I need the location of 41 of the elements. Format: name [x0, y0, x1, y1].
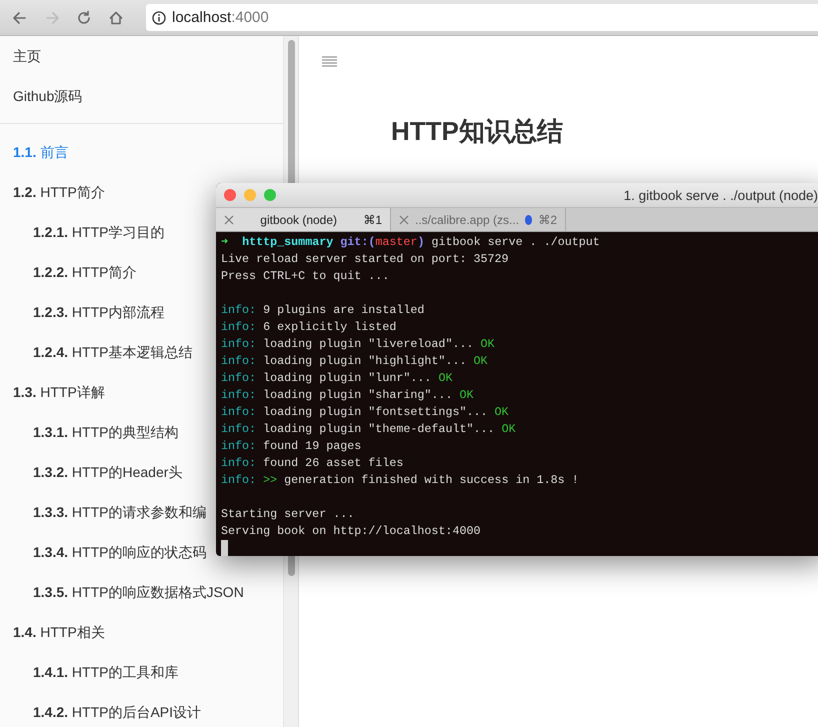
terminal-text: generation finished with success in 1.8s ! — [284, 472, 579, 489]
terminal-text: 6 explicitly listed — [263, 319, 396, 336]
terminal-text: loading plugin "fontsettings"... — [263, 404, 488, 421]
terminal-text: master — [375, 234, 418, 251]
terminal-text: Serving book on http://localhost:4000 — [221, 523, 481, 540]
terminal-text: htttp_summary — [242, 234, 334, 251]
terminal-text: info: — [221, 336, 256, 353]
terminal-text: OK — [438, 370, 452, 387]
terminal-text: info: — [221, 302, 256, 319]
terminal-text: loading plugin "lunr"... — [263, 370, 432, 387]
page-title: HTTP知识总结 — [391, 115, 563, 148]
terminal-text: info: — [221, 404, 256, 421]
terminal-text: info: — [221, 353, 256, 370]
window-title: 1. gitbook serve . ./output (node) — [624, 188, 818, 202]
terminal-text: >> — [263, 472, 278, 489]
terminal-text: 9 plugins are installed — [263, 302, 424, 319]
terminal-text: found 19 pages — [263, 438, 362, 455]
terminal-text: git:( — [340, 234, 376, 251]
terminal-text: info: — [221, 438, 256, 455]
terminal-text: info: — [221, 455, 256, 472]
terminal-text: loading plugin "highlight"... — [263, 353, 466, 370]
terminal-text: OK — [494, 404, 509, 421]
terminal-text: OK — [474, 353, 488, 370]
terminal-text: info: — [221, 421, 256, 438]
terminal-text: ) — [417, 234, 424, 251]
terminal-text: loading plugin "sharing"... — [263, 387, 452, 404]
terminal-text: loading plugin "livereload"... — [263, 336, 474, 353]
terminal-text: OK — [502, 421, 516, 438]
terminal-text: Press CTRL+C to quit ... — [221, 268, 390, 285]
terminal-text: gitbook serve . ./output — [431, 234, 600, 251]
terminal-text: Starting server ... — [221, 506, 354, 523]
terminal-text: Live reload server started on port: 35729 — [221, 251, 509, 268]
terminal-text: OK — [480, 336, 495, 353]
terminal-text: info: — [221, 319, 256, 336]
terminal-text: info: — [221, 387, 256, 404]
terminal-text: loading plugin "theme-default"... — [263, 421, 495, 438]
terminal-text: info: — [221, 370, 256, 387]
terminal-text: info: — [221, 472, 256, 489]
terminal-text: found 26 asset files — [263, 455, 404, 472]
terminal-text: ➜ — [221, 234, 228, 251]
terminal-text: OK — [459, 387, 474, 404]
